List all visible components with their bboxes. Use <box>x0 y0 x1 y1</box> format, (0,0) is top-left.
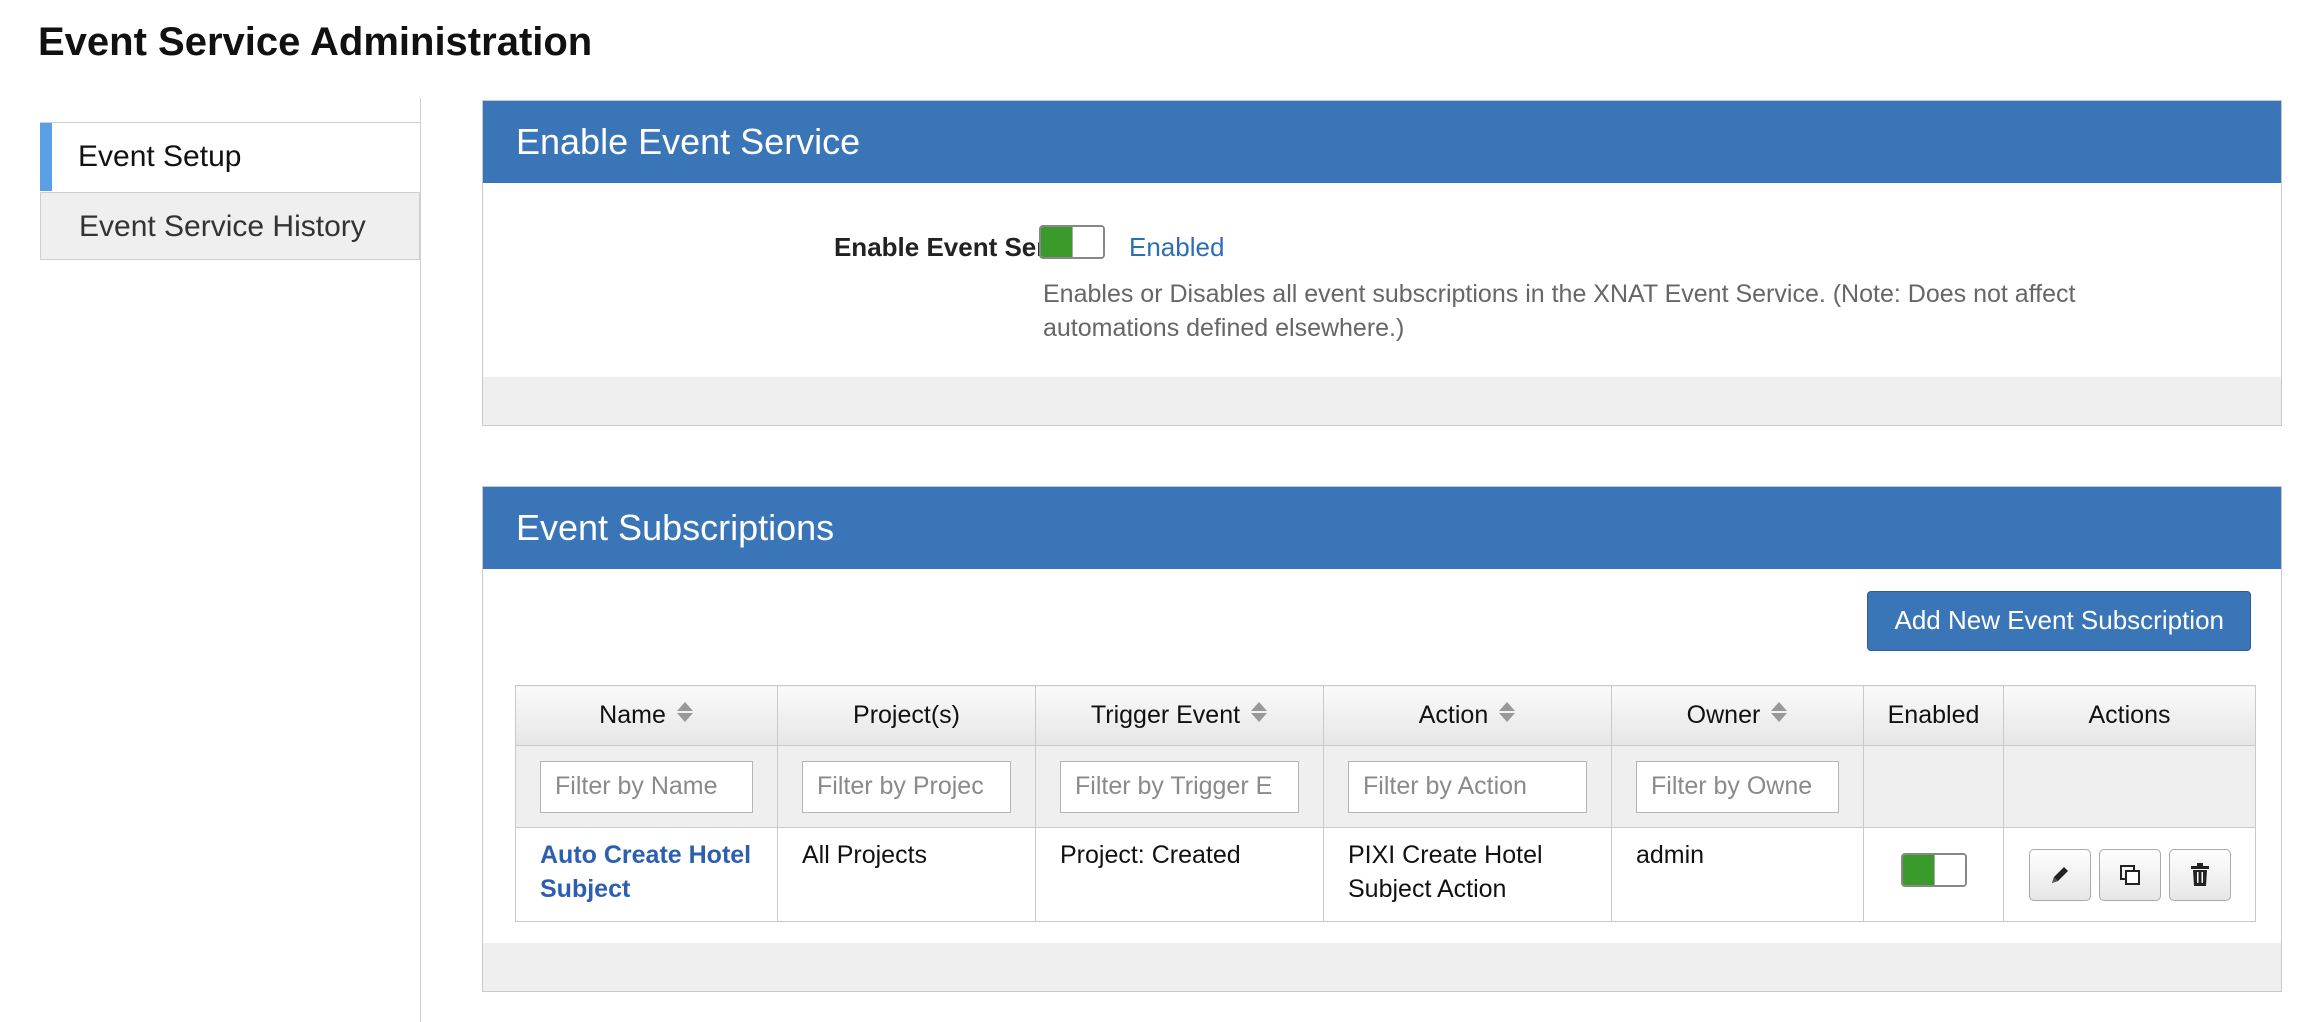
column-label: Owner <box>1686 700 1761 729</box>
enabled-cell <box>1863 827 2004 922</box>
subscription-name-link[interactable]: Auto Create Hotel Subject <box>540 841 751 903</box>
subscriptions-table: Name Project(s) Trigger Event Action Own… <box>515 685 2256 922</box>
filter-cell-empty <box>2003 745 2256 828</box>
sort-arrows-icon[interactable] <box>1498 701 1516 730</box>
sort-arrows-icon[interactable] <box>676 701 694 730</box>
delete-button[interactable] <box>2168 848 2231 901</box>
projects-cell: All Projects <box>777 827 1036 922</box>
edit-button[interactable] <box>2028 848 2091 901</box>
column-header-trigger-event[interactable]: Trigger Event <box>1035 685 1324 746</box>
filter-cell-empty <box>1863 745 2004 828</box>
subscription-enabled-toggle[interactable] <box>1900 853 1967 887</box>
page-title: Event Service Administration <box>38 20 593 64</box>
sort-arrows-icon[interactable] <box>1250 701 1268 730</box>
column-label: Enabled <box>1887 701 1980 729</box>
sidebar-item-event-setup[interactable]: Event Setup <box>40 123 420 191</box>
toggle-on-indicator <box>1041 227 1073 257</box>
column-header-enabled: Enabled <box>1863 685 2004 746</box>
add-new-event-subscription-button[interactable]: Add New Event Subscription <box>1867 591 2251 651</box>
sidebar-divider <box>40 98 421 123</box>
column-label: Project(s) <box>853 701 960 729</box>
copy-icon <box>2119 864 2140 885</box>
column-label: Name <box>599 700 666 729</box>
column-header-action[interactable]: Action <box>1323 685 1612 746</box>
toggle-knob <box>1933 855 1965 885</box>
filter-row <box>515 745 2256 828</box>
action-cell: PIXI Create Hotel Subject Action <box>1323 827 1612 922</box>
pencil-icon <box>2051 866 2068 883</box>
sidebar-border <box>420 98 421 1022</box>
sidebar-item-event-service-history[interactable]: Event Service History <box>40 192 420 260</box>
enable-event-service-panel: Enable Event Service Enable Event Servic… <box>482 100 2282 426</box>
actions-cell <box>2003 827 2256 922</box>
panel-footer <box>483 377 2281 425</box>
trash-icon <box>2190 862 2209 886</box>
toggle-knob <box>1072 227 1103 257</box>
panel-footer <box>483 943 2281 991</box>
duplicate-button[interactable] <box>2098 848 2161 901</box>
filter-cell <box>1323 745 1612 828</box>
filter-by-owner-input[interactable] <box>1636 760 1839 813</box>
column-label: Trigger Event <box>1090 700 1241 729</box>
enable-event-service-toggle[interactable] <box>1039 225 1105 259</box>
table-row: Auto Create Hotel Subject All Projects P… <box>515 827 2256 922</box>
column-header-owner[interactable]: Owner <box>1611 685 1864 746</box>
filter-cell <box>1611 745 1864 828</box>
filter-cell <box>1035 745 1324 828</box>
filter-cell <box>777 745 1036 828</box>
filter-by-action-input[interactable] <box>1348 760 1587 813</box>
panel-header: Enable Event Service <box>483 101 2281 183</box>
panel-header: Event Subscriptions <box>483 487 2281 569</box>
filter-cell <box>515 745 778 828</box>
trigger-cell: Project: Created <box>1035 827 1324 922</box>
sidebar: Event Setup Event Service History <box>40 98 422 1022</box>
column-label: Actions <box>2088 701 2171 729</box>
column-header-actions: Actions <box>2003 685 2256 746</box>
table-header-row: Name Project(s) Trigger Event Action Own… <box>515 685 2256 746</box>
name-cell: Auto Create Hotel Subject <box>515 827 778 922</box>
filter-by-trigger-input[interactable] <box>1060 760 1299 813</box>
owner-cell: admin <box>1611 827 1864 922</box>
filter-by-projects-input[interactable] <box>802 760 1011 813</box>
toggle-on-indicator <box>1902 855 1935 885</box>
column-header-name[interactable]: Name <box>515 685 778 746</box>
enable-status-text: Enabled <box>1129 232 1225 262</box>
event-subscriptions-panel: Event Subscriptions Add New Event Subscr… <box>482 486 2282 992</box>
enable-description: Enables or Disables all event subscripti… <box>1043 280 2076 342</box>
filter-by-name-input[interactable] <box>540 760 753 813</box>
sort-arrows-icon[interactable] <box>1770 701 1788 730</box>
column-label: Action <box>1418 700 1489 729</box>
column-header-projects: Project(s) <box>777 685 1036 746</box>
